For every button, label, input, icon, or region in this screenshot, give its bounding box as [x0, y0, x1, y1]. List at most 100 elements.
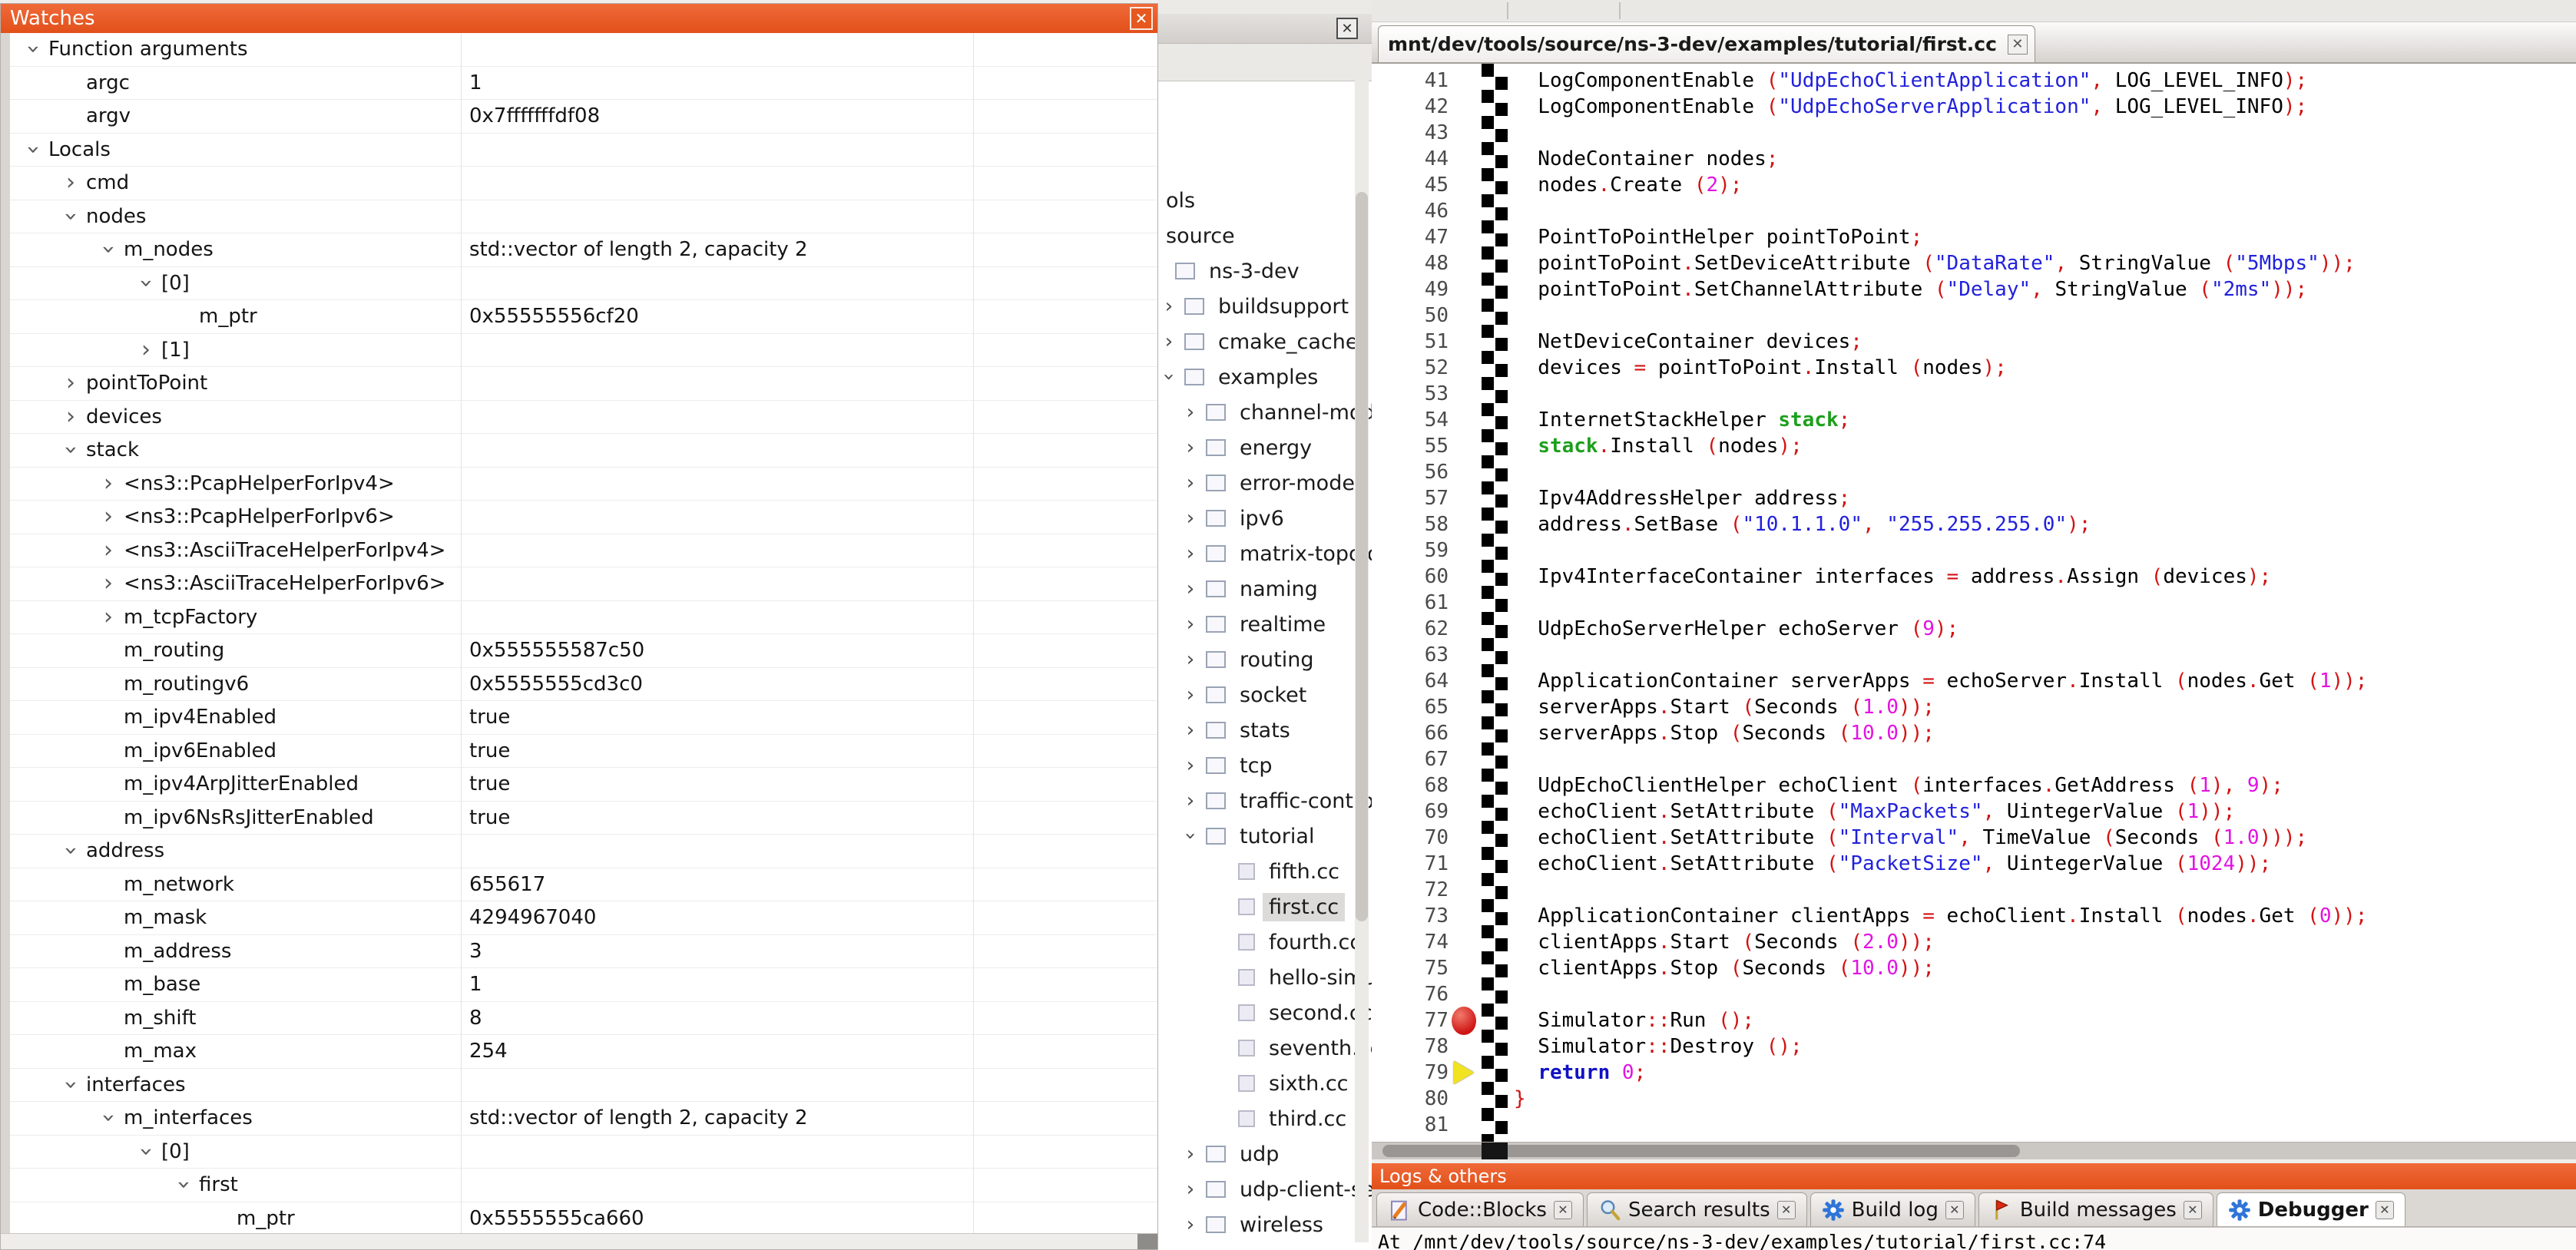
tree-item-hello-simul[interactable]: hello-simul — [1158, 960, 1372, 995]
chevron-right-icon[interactable]: › — [1180, 1179, 1201, 1199]
line-number[interactable]: 52 — [1372, 356, 1459, 379]
code-line[interactable]: 77 Simulator::Run (); — [1372, 1007, 2576, 1033]
tree-item-channel-mod[interactable]: ›channel-mod — [1158, 395, 1372, 430]
watch-row[interactable]: ›m_tcpFactory — [10, 601, 1157, 635]
chevron-down-icon[interactable]: › — [22, 134, 45, 165]
line-number[interactable]: 66 — [1372, 722, 1459, 745]
watch-row[interactable]: argv0x7fffffffdf08 — [10, 100, 1157, 134]
line-number[interactable]: 48 — [1372, 252, 1459, 275]
tree-item-ols[interactable]: ols — [1158, 183, 1372, 218]
watch-row[interactable]: m_routing0x555555587c50 — [10, 634, 1157, 668]
tree-item-stats[interactable]: ›stats — [1158, 713, 1372, 748]
code-line[interactable]: 73 ApplicationContainer clientApps = ech… — [1372, 903, 2576, 929]
line-number[interactable]: 45 — [1372, 174, 1459, 197]
chevron-right-icon[interactable]: › — [93, 606, 124, 629]
watch-row[interactable]: ›interfaces — [10, 1069, 1157, 1103]
chevron-right-icon[interactable]: › — [131, 339, 161, 362]
line-number[interactable]: 62 — [1372, 617, 1459, 640]
line-number[interactable]: 58 — [1372, 513, 1459, 536]
watch-row[interactable]: m_ptr0x55555556cf20 — [10, 300, 1157, 334]
tree-item-buildsupport[interactable]: ›buildsupport — [1158, 289, 1372, 324]
chevron-right-icon[interactable]: › — [93, 505, 124, 528]
editor-tab-first-cc[interactable]: mnt/dev/tools/source/ns-3-dev/examples/t… — [1378, 25, 2035, 62]
watch-row[interactable]: ›<ns3::PcapHelperForIpv4> — [10, 468, 1157, 501]
watch-row[interactable]: ›m_nodesstd::vector of length 2, capacit… — [10, 233, 1157, 267]
watch-row[interactable]: ›<ns3::AsciiTraceHelperForIpv6> — [10, 567, 1157, 601]
line-number[interactable]: 60 — [1372, 565, 1459, 588]
chevron-down-icon[interactable]: › — [22, 34, 45, 64]
watch-row[interactable]: m_ipv4ArpJitterEnabledtrue — [10, 768, 1157, 802]
tree-item-ipv6[interactable]: ›ipv6 — [1158, 501, 1372, 536]
close-icon[interactable]: ✕ — [1130, 7, 1153, 30]
watch-row[interactable]: ›Function arguments — [10, 33, 1157, 67]
line-number[interactable]: 56 — [1372, 461, 1459, 484]
code-line[interactable]: 46 — [1372, 198, 2576, 224]
tree-scrollbar-thumb[interactable] — [1356, 192, 1368, 921]
code-line[interactable]: 47 PointToPointHelper pointToPoint; — [1372, 224, 2576, 250]
line-number[interactable]: 61 — [1372, 591, 1459, 614]
code-line[interactable]: 68 UdpEchoClientHelper echoClient (inter… — [1372, 772, 2576, 799]
line-number[interactable]: 64 — [1372, 670, 1459, 693]
chevron-down-icon[interactable]: › — [134, 1136, 157, 1167]
line-number[interactable]: 47 — [1372, 226, 1459, 249]
tree-item-naming[interactable]: ›naming — [1158, 571, 1372, 607]
line-number[interactable]: 49 — [1372, 278, 1459, 301]
close-icon[interactable]: ✕ — [1777, 1201, 1796, 1219]
watch-row[interactable]: ›Locals — [10, 134, 1157, 167]
tree-item-tutorial[interactable]: ›tutorial — [1158, 818, 1372, 854]
line-number[interactable]: 72 — [1372, 878, 1459, 901]
chevron-right-icon[interactable]: › — [1180, 791, 1201, 811]
code-line[interactable]: 59 — [1372, 537, 2576, 564]
tree-item-ns-3-dev[interactable]: ns-3-dev — [1158, 253, 1372, 289]
watch-row[interactable]: argc1 — [10, 67, 1157, 101]
tree-item-matrix-topolo[interactable]: ›matrix-topolo — [1158, 536, 1372, 571]
watch-row[interactable]: ›devices — [10, 401, 1157, 435]
tree-item-cmake-cache[interactable]: ›cmake_cache — [1158, 324, 1372, 359]
chevron-down-icon[interactable]: › — [172, 1169, 195, 1200]
tree-item-wireless[interactable]: ›wireless — [1158, 1207, 1372, 1242]
code-line[interactable]: 72 — [1372, 877, 2576, 903]
breakpoint-margin[interactable] — [1482, 64, 1508, 1142]
code-line[interactable]: 71 echoClient.SetAttribute ("PacketSize"… — [1372, 851, 2576, 877]
code-line[interactable]: 69 echoClient.SetAttribute ("MaxPackets"… — [1372, 799, 2576, 825]
editor-hscrollbar-thumb[interactable] — [1382, 1145, 2020, 1157]
watch-row[interactable]: m_ptr0x5555555ca660 — [10, 1202, 1157, 1235]
code-line[interactable]: 54 InternetStackHelper stack; — [1372, 407, 2576, 433]
chevron-right-icon[interactable]: › — [55, 405, 86, 428]
log-tab-build-log[interactable]: Build log✕ — [1810, 1192, 1975, 1226]
line-number[interactable]: 75 — [1372, 957, 1459, 980]
watch-row[interactable]: ›<ns3::PcapHelperForIpv6> — [10, 501, 1157, 534]
tree-item-tcp[interactable]: ›tcp — [1158, 748, 1372, 783]
tree-item-realtime[interactable]: ›realtime — [1158, 607, 1372, 642]
code-line[interactable]: 55 stack.Install (nodes); — [1372, 433, 2576, 459]
chevron-right-icon[interactable]: › — [1180, 756, 1201, 775]
watch-row[interactable]: m_ipv4Enabledtrue — [10, 701, 1157, 735]
chevron-down-icon[interactable]: › — [1159, 366, 1179, 388]
code-line[interactable]: 56 — [1372, 459, 2576, 485]
line-number[interactable]: 77 — [1372, 1009, 1459, 1032]
line-number[interactable]: 51 — [1372, 330, 1459, 353]
code-line[interactable]: 80} — [1372, 1086, 2576, 1112]
chevron-right-icon[interactable]: › — [1180, 685, 1201, 705]
chevron-right-icon[interactable]: › — [93, 572, 124, 595]
line-number[interactable]: 41 — [1372, 69, 1459, 92]
chevron-right-icon[interactable]: › — [1180, 402, 1201, 422]
chevron-down-icon[interactable]: › — [59, 1070, 82, 1100]
code-line[interactable]: 44 NodeContainer nodes; — [1372, 146, 2576, 172]
line-number[interactable]: 73 — [1372, 904, 1459, 928]
watch-row[interactable]: m_shift8 — [10, 1002, 1157, 1036]
tree-item-routing[interactable]: ›routing — [1158, 642, 1372, 677]
code-line[interactable]: 64 ApplicationContainer serverApps = ech… — [1372, 668, 2576, 694]
code-line[interactable]: 62 UdpEchoServerHelper echoServer (9); — [1372, 616, 2576, 642]
code-line[interactable]: 52 devices = pointToPoint.Install (nodes… — [1372, 355, 2576, 381]
chevron-right-icon[interactable]: › — [1180, 1215, 1201, 1235]
line-number[interactable]: 46 — [1372, 200, 1459, 223]
chevron-down-icon[interactable]: › — [97, 234, 120, 265]
chevron-right-icon[interactable]: › — [55, 372, 86, 395]
watch-row[interactable]: ›[0] — [10, 267, 1157, 301]
line-number[interactable]: 54 — [1372, 408, 1459, 432]
chevron-right-icon[interactable]: › — [93, 539, 124, 562]
chevron-right-icon[interactable]: › — [1180, 438, 1201, 458]
watch-row[interactable]: ›m_interfacesstd::vector of length 2, ca… — [10, 1102, 1157, 1136]
tree-item-energy[interactable]: ›energy — [1158, 430, 1372, 465]
